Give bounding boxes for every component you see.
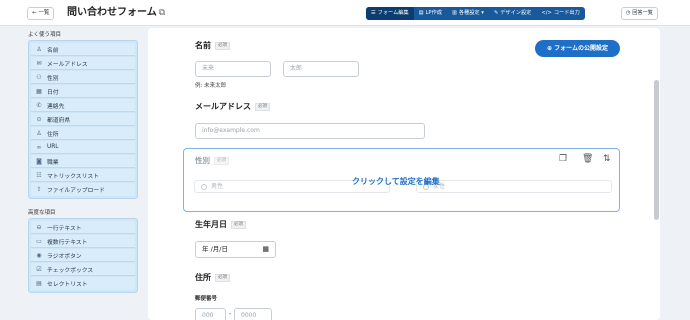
zip-separator: -: [229, 310, 232, 318]
copy-icon[interactable]: ❐: [559, 154, 567, 164]
birthday-field-label: 生年月日 必須: [195, 219, 246, 230]
location-icon: ⊙: [36, 115, 42, 123]
list-icon: ☰: [371, 10, 376, 16]
sidebar-item-radio-button[interactable]: ◉ ラジオボタン: [31, 249, 135, 262]
select-list-icon: ▤: [36, 280, 42, 287]
zip-code-first-input[interactable]: 000: [195, 308, 226, 320]
zip-code-label: 郵便番号: [195, 296, 218, 302]
address-icon: ♙: [36, 129, 42, 137]
briefcase-icon: ◙: [36, 157, 42, 165]
required-badge: 必須: [214, 157, 229, 165]
basic-items-group: ♙ 名前 ✉ メールアドレス ⚇ 性別 ▦ 日付 ✆ 連絡先 ⊙ 都道府県 ♙ 住所 ∞ URL…: [28, 40, 138, 199]
last-name-input[interactable]: 未来: [195, 61, 271, 77]
gender-option-female[interactable]: 女性: [416, 180, 612, 193]
tab-settings[interactable]: ▥ 各種設定 ▾: [447, 7, 489, 20]
sidebar-item-email[interactable]: ✉ メールアドレス: [31, 57, 135, 70]
required-badge: 必須: [255, 102, 270, 111]
trash-icon[interactable]: 🗑: [582, 154, 593, 164]
required-badge: 必須: [231, 220, 246, 229]
sidebar: よく使う項目 ♙ 名前 ✉ メールアドレス ⚇ 性別 ▦ 日付 ✆ 連絡先 ⊙ 都道府県 ♙…: [28, 28, 138, 293]
radio-icon: ◉: [36, 251, 42, 259]
back-to-list-button[interactable]: ← 一覧: [27, 7, 55, 20]
name-example: 例: 未来太郎: [195, 83, 227, 89]
main-tabs: ☰ フォーム編集 ▤ LP作成 ▥ 各種設定 ▾ ✎ デザイン設定 </> コード出力: [366, 7, 585, 20]
external-link-icon[interactable]: ⧉: [159, 8, 165, 18]
textarea-icon: ▭: [36, 237, 42, 245]
sidebar-item-gender[interactable]: ⚇ 性別: [31, 71, 135, 84]
email-field-label: メールアドレス 必須: [195, 101, 270, 112]
zip-code-second-input[interactable]: 0000: [234, 308, 272, 320]
sidebar-item-address[interactable]: ♙ 住所: [31, 127, 135, 140]
advanced-items-group: ⊖ 一行テキスト ▭ 複数行テキスト ◉ ラジオボタン ☑ チェックボックス ▤ セレクト…: [28, 218, 138, 293]
address-field-label: 住所 必須: [195, 272, 230, 283]
sidebar-item-multi-line-text[interactable]: ▭ 複数行テキスト: [31, 235, 135, 248]
calendar-icon[interactable]: ▦: [262, 242, 269, 257]
sidebar-item-name[interactable]: ♙ 名前: [31, 43, 135, 56]
advanced-items-title: 高度な項目: [28, 210, 56, 216]
sidebar-item-checkbox[interactable]: ☑ チェックボックス: [31, 263, 135, 276]
top-bar: ← 一覧 問い合わせフォーム ⧉ ☰ フォーム編集 ▤ LP作成 ▥ 各種設定 ▾ ✎ デ…: [0, 0, 690, 26]
sidebar-item-url[interactable]: ∞ URL: [31, 141, 135, 154]
birthday-date-input[interactable]: 年 /月/日 ▦: [195, 241, 276, 258]
tab-design[interactable]: ✎ デザイン設定: [489, 7, 537, 20]
radio-circle-icon: [201, 183, 207, 190]
sidebar-item-file-upload[interactable]: ⇪ ファイルアップロード: [31, 183, 135, 196]
person-icon: ♙: [36, 45, 42, 53]
mail-icon: ✉: [36, 59, 42, 67]
gender-field-label: 性別 必須: [195, 155, 229, 166]
required-badge: 必須: [215, 41, 230, 50]
sidebar-item-matrix-list[interactable]: ☷ マトリックスリスト: [31, 169, 135, 182]
sidebar-item-date[interactable]: ▦ 日付: [31, 85, 135, 98]
sidebar-item-occupation[interactable]: ◙ 職業: [31, 155, 135, 168]
sidebar-item-single-line-text[interactable]: ⊖ 一行テキスト: [31, 221, 135, 234]
people-icon: ⚇: [36, 73, 42, 81]
checkbox-icon: ☑: [36, 265, 42, 273]
scrollbar[interactable]: [654, 80, 659, 220]
matrix-icon: ☷: [36, 171, 42, 179]
name-field-label: 名前 必須: [195, 40, 230, 51]
first-name-input[interactable]: 太郎: [283, 61, 359, 77]
pen-icon: ✎: [493, 10, 499, 16]
minus-circle-icon: ⊖: [36, 223, 42, 231]
page-title: 問い合わせフォーム ⧉: [67, 7, 166, 18]
sidebar-item-select-list[interactable]: ▤ セレクトリスト: [31, 277, 135, 290]
sidebar-item-prefecture[interactable]: ⊙ 都道府県: [31, 113, 135, 126]
tab-code-output[interactable]: </> コード出力: [536, 7, 584, 20]
upload-icon: ⇪: [36, 186, 42, 193]
email-input[interactable]: info@example.com: [195, 123, 425, 139]
code-icon: </>: [541, 10, 552, 16]
sidebar-item-contact[interactable]: ✆ 連絡先: [31, 99, 135, 112]
tab-lp-create[interactable]: ▤ LP作成: [414, 7, 447, 20]
document-icon: ▤: [418, 10, 424, 16]
calendar-icon: ▦: [36, 87, 42, 95]
required-badge: 必須: [215, 273, 230, 282]
publish-settings-button[interactable]: ⊕ フォームの公開設定: [535, 40, 620, 57]
click-to-edit-overlay[interactable]: クリックして設定を編集: [352, 176, 440, 187]
reorder-icon[interactable]: ⇅: [603, 154, 611, 164]
link-icon: ∞: [36, 143, 42, 151]
phone-icon: ✆: [36, 101, 42, 109]
settings-icon: ▥: [451, 10, 457, 16]
basic-items-title: よく使う項目: [28, 32, 62, 38]
tab-form-edit[interactable]: ☰ フォーム編集: [366, 7, 414, 20]
response-list-button[interactable]: ◷ 回答一覧: [621, 7, 658, 20]
